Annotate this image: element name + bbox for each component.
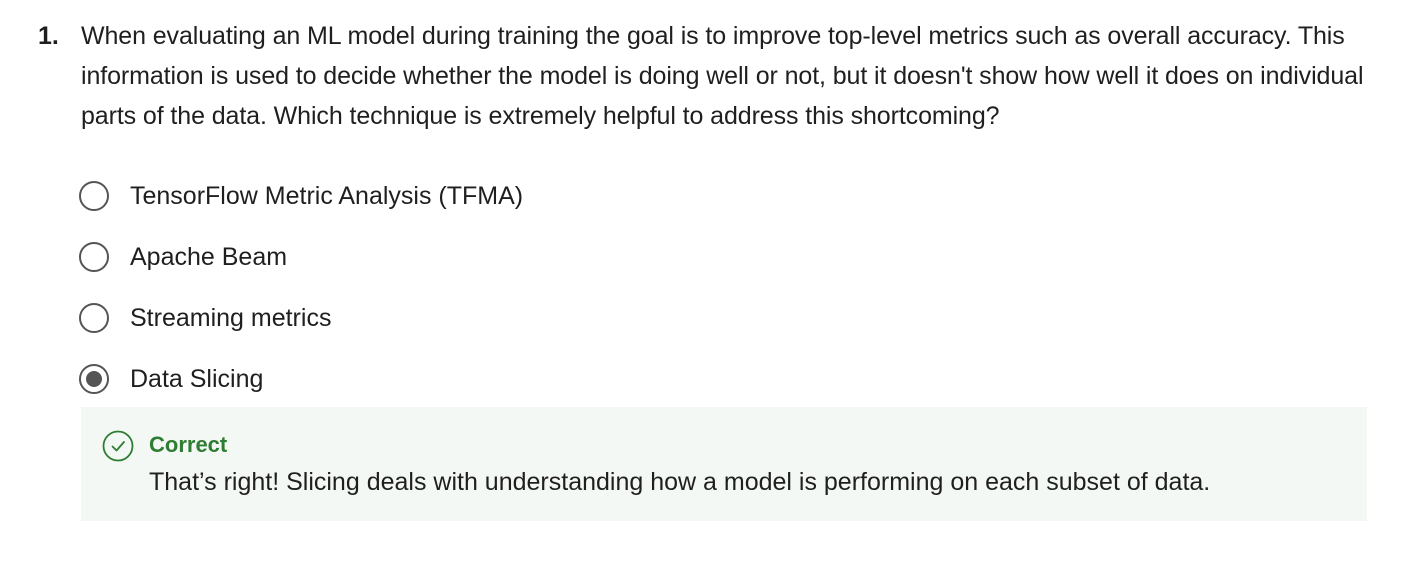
- option-label: TensorFlow Metric Analysis (TFMA): [130, 181, 524, 210]
- option-label: Apache Beam: [130, 242, 288, 271]
- radio-button[interactable]: [79, 363, 109, 394]
- option-apache-beam[interactable]: Apache Beam: [79, 226, 979, 287]
- radio-button[interactable]: [79, 180, 109, 211]
- question-number: 1.: [38, 22, 59, 50]
- feedback-title: Correct: [149, 432, 228, 457]
- radio-button[interactable]: [79, 302, 109, 333]
- answer-options: TensorFlow Metric Analysis (TFMA) Apache…: [79, 165, 979, 409]
- option-label: Data Slicing: [130, 364, 264, 393]
- option-streaming-metrics[interactable]: Streaming metrics: [79, 287, 979, 348]
- radio-button[interactable]: [79, 241, 109, 272]
- feedback-text: That’s right! Slicing deals with underst…: [149, 468, 1211, 496]
- radio-dot: [86, 370, 102, 387]
- check-circle-icon: [102, 430, 134, 462]
- question-text: When evaluating an ML model during train…: [81, 22, 1364, 130]
- option-data-slicing[interactable]: Data Slicing: [79, 348, 979, 409]
- option-tfma[interactable]: TensorFlow Metric Analysis (TFMA): [79, 165, 979, 226]
- option-label: Streaming metrics: [130, 303, 332, 332]
- feedback-panel: Correct That’s right! Slicing deals with…: [81, 407, 1367, 521]
